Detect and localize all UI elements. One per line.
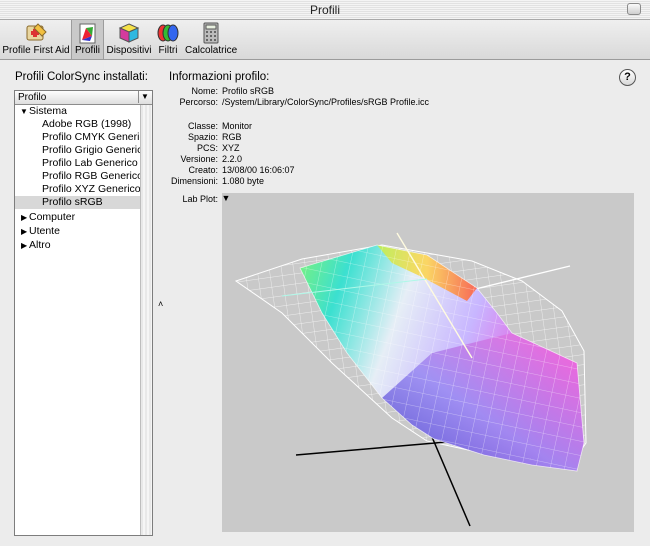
profiles-window: Profili Profile First Aid Profili Dispos… [0, 0, 650, 546]
list-item[interactable]: Profilo RGB Generico [15, 170, 143, 183]
devices-cube-icon [118, 23, 140, 43]
info-value-version: 2.2.0 [222, 154, 243, 164]
list-item[interactable]: Profilo Lab Generico [15, 157, 140, 170]
info-key: Dimensioni: [170, 176, 218, 186]
profile-list[interactable]: Profilo ▼ ▼ Sistema Adobe RGB (1998) Pro… [14, 90, 153, 536]
tree-group-utente[interactable]: ▶ Utente [15, 225, 140, 238]
tree-item-label: Utente [29, 225, 60, 237]
sort-arrow-icon[interactable]: ▼ [138, 91, 151, 103]
disclosure-closed-icon[interactable]: ▶ [21, 239, 27, 252]
disclosure-closed-icon[interactable]: ▶ [21, 225, 27, 238]
info-key: PCS: [196, 143, 218, 153]
info-key: Classe: [187, 121, 218, 131]
splitter-handle[interactable]: ˄ [158, 299, 163, 309]
tree-item-label: Profilo RGB Generico [42, 170, 143, 182]
tree-item-label: Profilo CMYK Generico [42, 131, 151, 143]
info-value-space: RGB [222, 132, 242, 142]
tree-item-label: Profilo Grigio Generico [42, 144, 149, 156]
calculator-icon [203, 22, 219, 44]
tree-item-label: Adobe RGB (1998) [42, 118, 132, 130]
list-column-header[interactable]: Profilo ▼ [15, 91, 152, 105]
list-item[interactable]: Profilo CMYK Generico [15, 131, 151, 144]
toolbar-profili[interactable]: Profili [71, 20, 104, 59]
list-item[interactable]: Adobe RGB (1998) [15, 118, 140, 131]
window-title: Profili [309, 3, 340, 17]
info-value-created: 13/08/00 16:06:07 [222, 165, 295, 175]
disclosure-closed-icon[interactable]: ▶ [21, 211, 27, 224]
toolbar: Profile First Aid Profili Dispositivi Fi… [0, 20, 650, 60]
tree-group-sistema[interactable]: ▼ Sistema [15, 105, 140, 118]
info-key: Percorso: [179, 97, 218, 107]
plot-menu-arrow-icon[interactable]: ▼ [220, 192, 232, 204]
toolbar-filtri[interactable]: Filtri [153, 20, 183, 59]
tree-group-computer[interactable]: ▶ Computer [15, 211, 140, 224]
toolbar-calcolatrice[interactable]: Calcolatrice [185, 20, 237, 59]
toolbar-dispositivi[interactable]: Dispositivi [106, 20, 152, 59]
help-button[interactable]: ? [619, 69, 636, 86]
installed-profiles-heading: Profili ColorSync installati: [15, 71, 148, 83]
list-item[interactable]: Profilo XYZ Generico [15, 183, 141, 196]
toolbar-label: Calcolatrice [185, 45, 238, 56]
info-key: Spazio: [187, 132, 218, 142]
title-bar[interactable]: Profili [0, 0, 650, 20]
tree-item-label: Sistema [29, 105, 67, 117]
filters-icon [157, 24, 179, 42]
toolbar-profile-first-aid[interactable]: Profile First Aid [2, 20, 70, 59]
info-value-name: Profilo sRGB [222, 86, 275, 96]
column-header-label: Profilo [18, 92, 47, 103]
tree-item-label: Profilo Lab Generico [42, 157, 138, 169]
tree-item-label: Profilo XYZ Generico [42, 183, 141, 195]
list-item[interactable]: Profilo Grigio Generico [15, 144, 148, 157]
disclosure-open-icon[interactable]: ▼ [20, 105, 28, 118]
lab-plot-view[interactable]: ▼ [222, 193, 634, 532]
tree-item-label: Computer [29, 211, 76, 223]
toolbar-label: Profili [74, 45, 100, 56]
info-value-size: 1.080 byte [222, 176, 265, 186]
lab-plot-graphic [234, 232, 587, 527]
info-value-path: /System/Library/ColorSync/Profiles/sRGB … [222, 97, 430, 107]
info-key: Creato: [188, 165, 218, 175]
profiles-icon [79, 23, 95, 44]
profile-info-heading: Informazioni profilo: [169, 71, 270, 83]
info-value-class: Monitor [222, 121, 253, 131]
toolbar-label: Filtri [158, 45, 178, 56]
toolbar-label: Dispositivi [106, 45, 152, 56]
vertical-scrollbar[interactable] [140, 105, 152, 535]
plot-label: Lab Plot: [182, 194, 218, 204]
info-key: Nome: [191, 86, 218, 96]
tree-item-label: Altro [29, 239, 51, 251]
first-aid-icon [26, 23, 47, 41]
list-item-selected[interactable]: Profilo sRGB [15, 196, 140, 209]
tree-group-altro[interactable]: ▶ Altro [15, 239, 140, 252]
tree-item-label: Profilo sRGB [42, 196, 103, 208]
toolbar-toggle-button[interactable] [627, 3, 641, 15]
info-value-pcs: XYZ [222, 143, 240, 153]
toolbar-label: Profile First Aid [2, 45, 70, 56]
info-key: Versione: [180, 154, 218, 164]
